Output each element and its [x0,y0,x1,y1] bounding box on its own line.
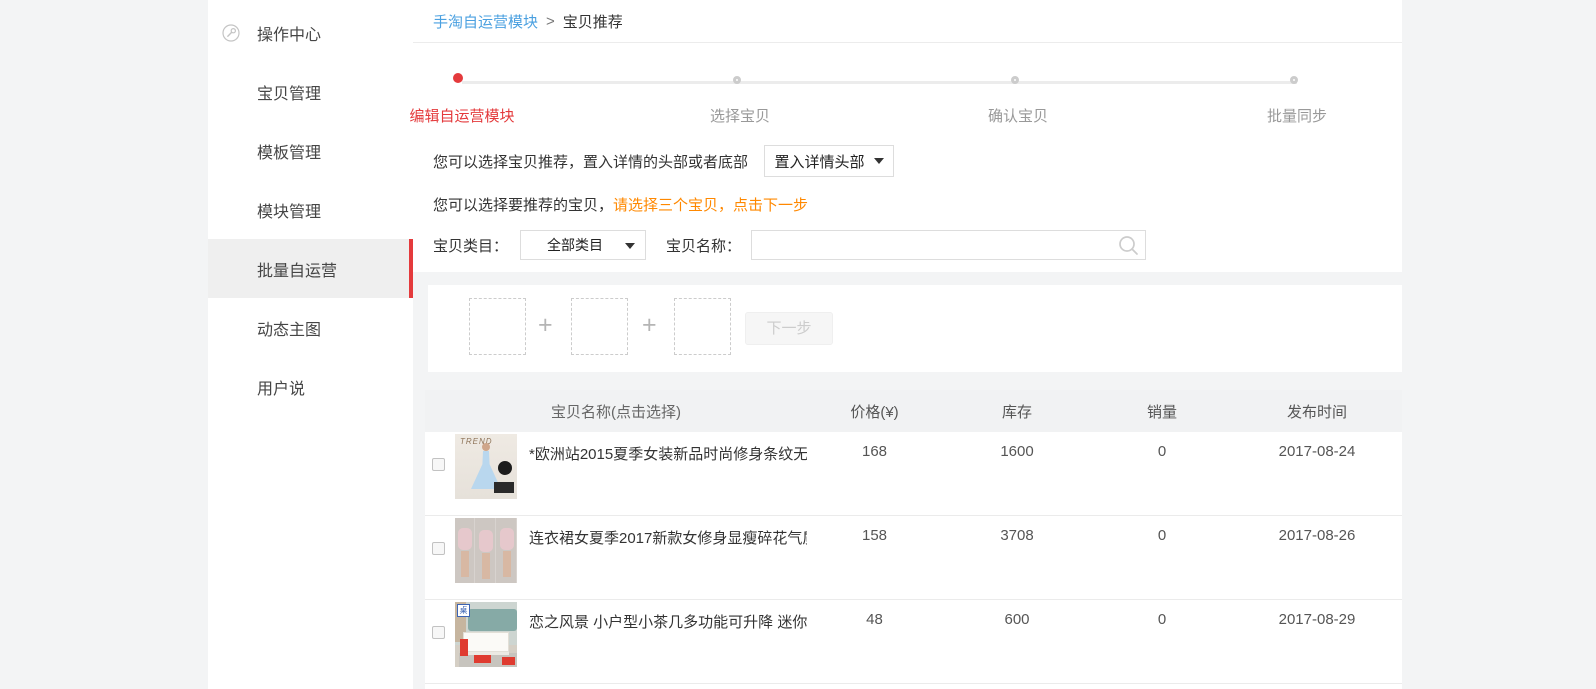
product-image [455,518,517,583]
products-table: 宝贝名称(点击选择) 价格(¥) 库存 销量 发布时间 TREND [425,390,1402,689]
category-label: 宝贝类目： [433,235,508,256]
sidebar-item-label: 宝贝管理 [257,80,321,104]
table-row: 连衣裙女夏季2017新款女修身显瘦碎花气质喇 158 3708 0 2017-0… [425,516,1402,600]
product-stock: 600 [942,600,1092,683]
selection-slot-2 [571,298,628,355]
product-image-cell: TREND [455,432,529,515]
product-name[interactable]: *欧洲站2015夏季女装新品时尚修身条纹无袖背 [529,432,807,515]
product-price: 168 [807,432,942,515]
table-header: 宝贝名称(点击选择) 价格(¥) 库存 销量 发布时间 [425,390,1402,432]
sidebar: 操作中心 宝贝管理 模板管理 模块管理 批量自运营 动态主图 用户说 [208,0,413,689]
top-panel: 手淘自运营模块 > 宝贝推荐 编辑自运营模块 选择宝贝 确认宝贝 批量同步 您可… [413,0,1402,272]
spacer [413,372,1402,390]
header-stock: 库存 [942,401,1092,422]
spacer [413,272,1402,285]
sidebar-item-label: 动态主图 [257,316,321,340]
sidebar-item-module-manage[interactable]: 模块管理 [208,180,413,239]
category-dropdown-value: 全部类目 [547,235,603,255]
step-indicator: 编辑自运营模块 选择宝贝 确认宝贝 批量同步 [413,43,1402,135]
position-dropdown-value: 置入详情头部 [775,151,865,172]
wrench-icon [222,24,240,42]
product-price: 48 [807,600,942,683]
main-content: 手淘自运营模块 > 宝贝推荐 编辑自运营模块 选择宝贝 确认宝贝 批量同步 您可… [413,0,1402,689]
product-sales: 0 [1092,516,1232,599]
sidebar-item-label: 用户说 [257,375,305,399]
filter-bar: 宝贝类目： 全部类目 宝贝名称： [413,230,1402,260]
row-checkbox[interactable] [432,542,445,555]
caret-down-icon [874,158,884,164]
step-track [462,81,1297,84]
search-icon[interactable] [1117,234,1140,261]
product-image: TREND [455,434,517,499]
sidebar-item-item-manage[interactable]: 宝贝管理 [208,62,413,121]
table-row-partial [425,684,1402,689]
step-label-confirm-items: 确认宝贝 [988,105,1048,126]
search-input[interactable] [752,231,1107,259]
sidebar-item-operation-center[interactable]: 操作中心 [208,3,413,62]
search-box [751,230,1146,260]
sidebar-item-label: 操作中心 [257,21,321,45]
product-stock: 3708 [942,516,1092,599]
instruction-text-1: 您可以选择宝贝推荐，置入详情的头部或者底部 [433,151,748,172]
product-image-cell [455,516,529,599]
product-stock: 1600 [942,432,1092,515]
instruction-text-2: 您可以选择要推荐的宝贝， [433,197,613,214]
position-dropdown[interactable]: 置入详情头部 [764,145,894,177]
table-row: TREND *欧洲站2015夏季女装新品时尚修身条纹无袖背 168 1600 0… [425,432,1402,516]
plus-icon: + [642,311,657,340]
row-checkbox[interactable] [432,626,445,639]
plus-icon: + [538,311,553,340]
step-label-edit-module: 编辑自运营模块 [409,105,514,126]
instruction-highlight: 请选择三个宝贝，点击下一步 [613,197,808,214]
page: 操作中心 宝贝管理 模板管理 模块管理 批量自运营 动态主图 用户说 手淘自运营… [0,0,1596,689]
image-logo-text: 桌 [457,604,470,617]
product-name[interactable]: 连衣裙女夏季2017新款女修身显瘦碎花气质喇 [529,516,807,599]
table-row: 桌 恋之风景 小户型小茶几多功能可升降 迷你现代 48 600 0 2017-0… [425,600,1402,684]
header-price: 价格(¥) [807,401,942,422]
product-date: 2017-08-26 [1232,516,1402,599]
header-sales: 销量 [1092,401,1232,422]
caret-down-icon [625,243,635,249]
item-name-label: 宝贝名称： [666,235,741,256]
step-label-select-items: 选择宝贝 [710,105,770,126]
product-name[interactable]: 恋之风景 小户型小茶几多功能可升降 迷你现代 [529,600,807,683]
product-sales: 0 [1092,600,1232,683]
product-date: 2017-08-24 [1232,432,1402,515]
product-date: 2017-08-29 [1232,600,1402,683]
step-label-batch-sync: 批量同步 [1267,105,1327,126]
next-step-button[interactable]: 下一步 [745,312,833,345]
step-dot [733,76,741,84]
sidebar-item-label: 模板管理 [257,139,321,163]
sidebar-item-dynamic-main-image[interactable]: 动态主图 [208,298,413,357]
header-name: 宝贝名称(点击选择) [425,401,807,422]
step-dot [1011,76,1019,84]
instruction-line-1: 您可以选择宝贝推荐，置入详情的头部或者底部 置入详情头部 [413,145,1402,177]
breadcrumb-separator: > [546,13,555,30]
sidebar-item-batch-self-operation[interactable]: 批量自运营 [208,239,413,298]
product-image-cell: 桌 [455,600,529,683]
selection-slot-1 [469,298,526,355]
header-date: 发布时间 [1232,401,1402,422]
breadcrumb-current: 宝贝推荐 [563,11,623,32]
sidebar-item-label: 批量自运营 [257,257,337,281]
sidebar-item-label: 模块管理 [257,198,321,222]
row-checkbox[interactable] [432,458,445,471]
product-image: 桌 [455,602,517,667]
instruction-line-2: 您可以选择要推荐的宝贝，请选择三个宝贝，点击下一步 [413,194,1402,214]
product-price: 158 [807,516,942,599]
selection-panel: + + 下一步 [428,285,1402,372]
breadcrumb-link[interactable]: 手淘自运营模块 [433,11,538,32]
sidebar-item-template-manage[interactable]: 模板管理 [208,121,413,180]
selection-slot-3 [674,298,731,355]
step-dot [1290,76,1298,84]
step-dot-active [453,73,463,83]
breadcrumb: 手淘自运营模块 > 宝贝推荐 [413,0,1402,43]
category-dropdown[interactable]: 全部类目 [520,230,646,260]
product-sales: 0 [1092,432,1232,515]
sidebar-item-user-say[interactable]: 用户说 [208,357,413,416]
